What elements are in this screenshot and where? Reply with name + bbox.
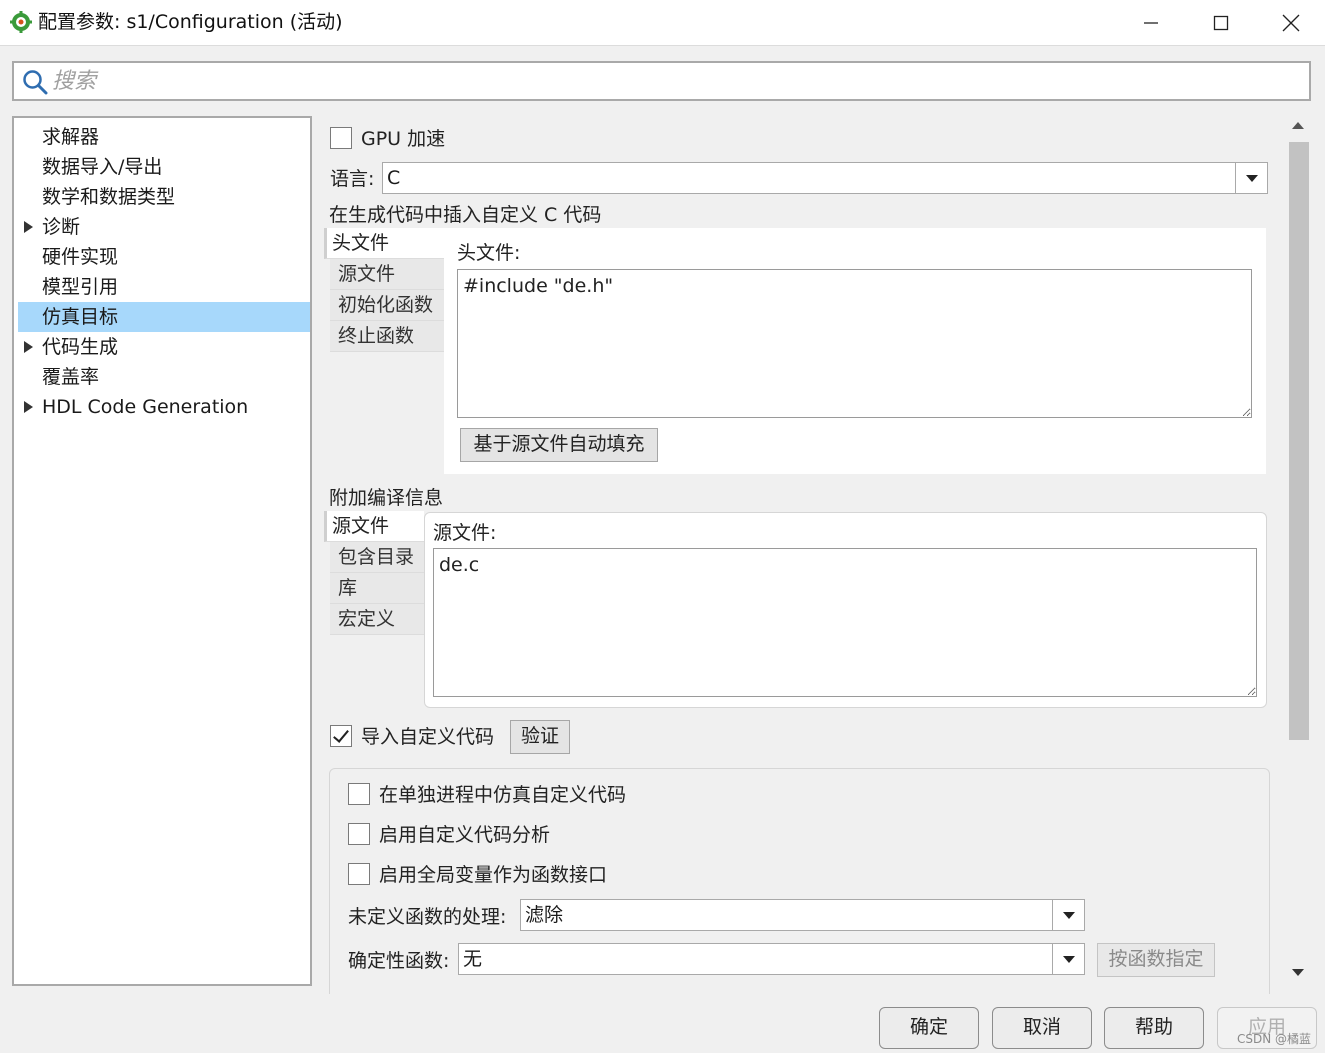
scroll-thumb[interactable] [1289,142,1309,740]
autofill-from-source-button[interactable]: 基于源文件自动填充 [460,428,658,462]
gpu-acceleration-checkbox[interactable] [330,127,352,149]
custom-code-pane: 头文件: #include "de.h" 基于源文件自动填充 [444,228,1266,474]
expand-arrow-icon[interactable] [24,401,33,413]
tree-item-coverage[interactable]: 覆盖率 [18,362,310,392]
custom-code-options-group: 在单独进程中仿真自定义代码 启用自定义代码分析 启用全局变量作为函数接口 未定义… [329,768,1270,994]
close-button[interactable] [1256,0,1325,46]
import-custom-code-label: 导入自定义代码 [361,726,495,748]
search-box [12,61,1311,101]
app-gear-icon [10,11,32,33]
chevron-down-icon[interactable] [1052,944,1084,974]
build-info-heading: 附加编译信息 [329,487,444,509]
tree-item-hdl-code-generation[interactable]: HDL Code Generation [18,392,310,422]
tree-item-model-referencing[interactable]: 模型引用 [18,272,310,302]
tab-libraries[interactable]: 库 [330,573,424,604]
build-info-pane: 源文件: de.c [424,512,1267,708]
dialog-button-bar: 确定 取消 帮助 应用 CSDN @橘蓝 [0,996,1325,1053]
validate-button[interactable]: 验证 [510,720,570,754]
scroll-down-icon[interactable] [1292,969,1304,976]
tree-item-label: HDL Code Generation [42,396,249,418]
cancel-button[interactable]: 取消 [992,1007,1092,1049]
tree-item-label: 代码生成 [42,336,119,358]
language-dropdown[interactable]: C [382,162,1268,194]
code-analysis-checkbox[interactable] [348,823,370,845]
vertical-scrollbar[interactable] [1288,116,1310,986]
header-file-label: 头文件: [457,242,521,264]
tree-item-math-data-types[interactable]: 数学和数据类型 [18,182,310,212]
tree-item-label: 求解器 [42,126,100,148]
custom-code-heading: 在生成代码中插入自定义 C 代码 [329,204,602,226]
minimize-button[interactable] [1116,0,1186,46]
category-tree: 求解器 数据导入/导出 数学和数据类型 诊断 硬件实现 模型引用 仿真目标 代码… [12,116,312,986]
tree-item-code-generation[interactable]: 代码生成 [18,332,310,362]
close-icon [1282,14,1300,32]
global-vars-checkbox[interactable] [348,863,370,885]
deterministic-function-label: 确定性函数: [348,950,450,972]
tree-item-label: 数学和数据类型 [42,186,176,208]
tree-item-label: 仿真目标 [42,306,119,328]
undefined-function-label: 未定义函数的处理: [348,906,507,928]
tab-build-source-file[interactable]: 源文件 [324,511,424,542]
separate-process-checkbox[interactable] [348,783,370,805]
source-file-textarea[interactable]: de.c [433,548,1257,697]
tree-item-label: 模型引用 [42,276,119,298]
tab-terminate-function[interactable]: 终止函数 [330,321,444,352]
tab-include-directories[interactable]: 包含目录 [330,542,424,573]
language-value: C [387,167,401,189]
tree-item-diagnostics[interactable]: 诊断 [18,212,310,242]
tab-source-file[interactable]: 源文件 [330,259,444,290]
tree-item-hardware-implementation[interactable]: 硬件实现 [18,242,310,272]
tree-item-simulation-target[interactable]: 仿真目标 [18,302,310,332]
tree-item-label: 诊断 [42,216,81,238]
tree-item-solver[interactable]: 求解器 [18,122,310,152]
tree-item-data-import-export[interactable]: 数据导入/导出 [18,152,310,182]
minimize-icon [1144,22,1158,24]
code-analysis-label: 启用自定义代码分析 [379,824,551,846]
tree-item-label: 数据导入/导出 [42,156,163,178]
undefined-function-value: 滤除 [525,904,564,926]
by-function-button[interactable]: 按函数指定 [1097,943,1215,977]
source-file-label: 源文件: [433,522,497,544]
expand-arrow-icon[interactable] [24,221,33,233]
tab-initialize-function[interactable]: 初始化函数 [330,290,444,321]
settings-content: GPU 加速 语言: C 在生成代码中插入自定义 C 代码 头文件 源文件 初始… [318,116,1286,994]
watermark-text: CSDN @橘蓝 [1236,1032,1311,1046]
search-input[interactable] [52,65,1292,97]
import-custom-code-checkbox[interactable] [330,725,352,747]
search-icon[interactable] [22,69,48,95]
language-label: 语言: [330,168,375,190]
expand-arrow-icon[interactable] [24,341,33,353]
header-file-textarea[interactable]: #include "de.h" [457,269,1252,418]
deterministic-function-value: 无 [463,948,483,970]
tab-header-file[interactable]: 头文件 [324,228,444,259]
maximize-button[interactable] [1186,0,1256,46]
chevron-down-icon[interactable] [1235,163,1267,193]
help-button[interactable]: 帮助 [1104,1007,1204,1049]
deterministic-function-dropdown[interactable]: 无 [458,943,1085,975]
tree-item-label: 覆盖率 [42,366,100,388]
window-title: 配置参数: s1/Configuration (活动) [38,11,343,33]
gpu-acceleration-label: GPU 加速 [361,128,446,150]
maximize-icon [1213,15,1229,31]
separate-process-label: 在单独进程中仿真自定义代码 [379,784,627,806]
tree-item-label: 硬件实现 [42,246,119,268]
undefined-function-dropdown[interactable]: 滤除 [520,899,1085,931]
scroll-up-icon[interactable] [1292,122,1304,129]
global-vars-label: 启用全局变量作为函数接口 [379,864,608,886]
tab-defines[interactable]: 宏定义 [330,604,424,635]
title-bar: 配置参数: s1/Configuration (活动) [0,0,1325,46]
ok-button[interactable]: 确定 [879,1007,979,1049]
chevron-down-icon[interactable] [1052,900,1084,930]
